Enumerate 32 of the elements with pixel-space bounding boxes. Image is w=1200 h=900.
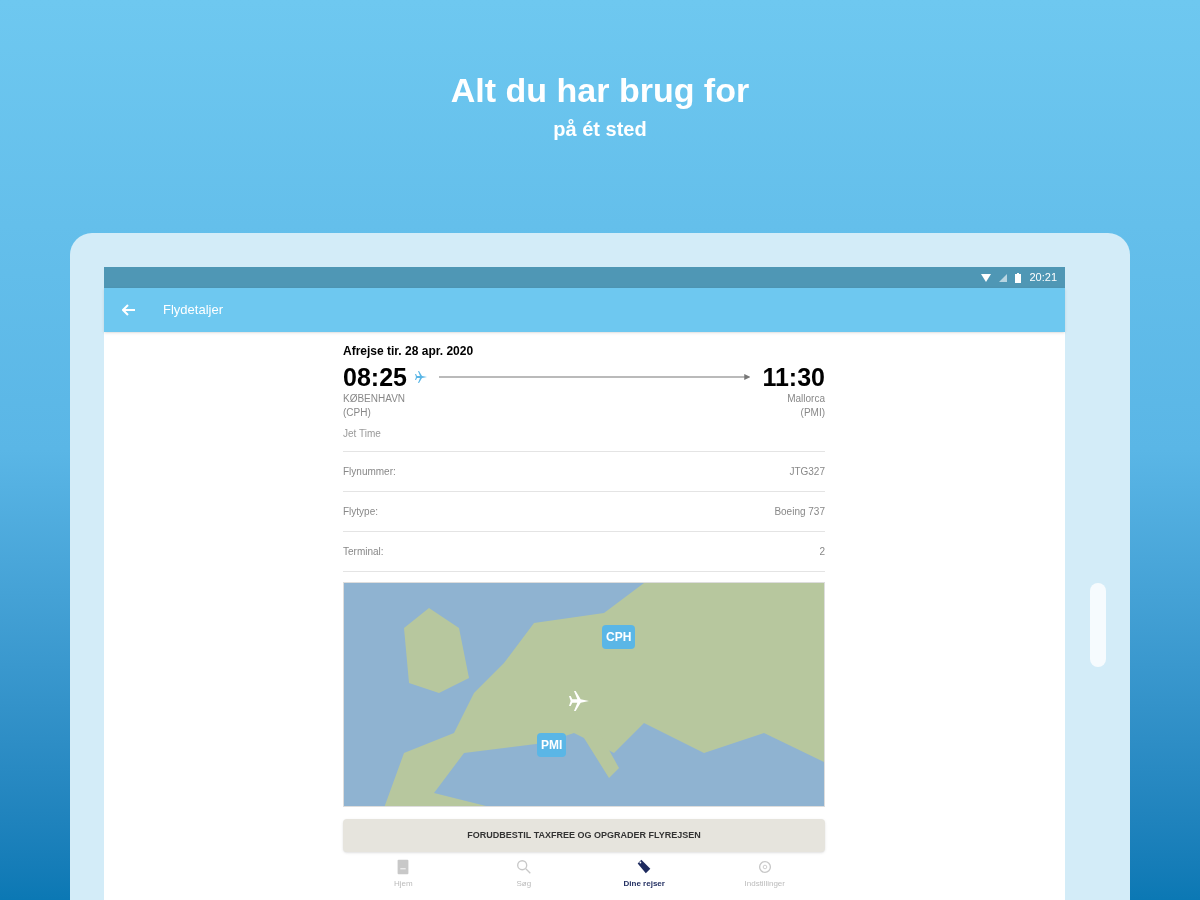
app-bar-title: Flydetaljer <box>163 301 223 320</box>
detail-label: Terminal: <box>343 545 384 559</box>
nav-tab[interactable]: Hjem <box>343 856 464 892</box>
detail-value: JTG327 <box>789 465 825 479</box>
airplane-icon <box>414 371 427 383</box>
origin-city: KØBENHAVN <box>343 392 406 406</box>
nav-tab[interactable]: Indstillinger <box>704 856 825 892</box>
airport-marker: CPH <box>602 625 636 649</box>
nav-tab[interactable]: Dine rejser <box>584 856 705 892</box>
destination-city: Mallorca <box>787 392 825 406</box>
wifi-icon <box>981 273 992 282</box>
origin-code: (CPH) <box>343 406 372 420</box>
battery-icon <box>1015 272 1022 283</box>
detail-value: Boeing 737 <box>774 505 825 519</box>
back-arrow-icon[interactable] <box>122 304 136 316</box>
status-time: 20:21 <box>1029 270 1057 286</box>
detail-label: Flytype: <box>343 505 378 519</box>
detail-value: 2 <box>819 545 825 559</box>
subheadline: på ét sted <box>553 117 647 142</box>
action-button[interactable]: FORUDBESTIL TAXFREE OG OPGRADER FLYREJSEN <box>343 819 825 852</box>
airport-marker: PMI <box>537 733 567 757</box>
airplane-icon <box>569 691 589 711</box>
headline: Alt du har brug for <box>450 70 750 110</box>
detail-label: Flynummer: <box>343 465 396 479</box>
nav-tab[interactable]: Søg <box>463 856 584 892</box>
airline-name: Jet Time <box>343 426 825 452</box>
departure-date: Afrejse tir. 28 apr. 2020 <box>343 343 475 360</box>
arrival-time: 11:30 <box>762 362 825 392</box>
signal-icon <box>999 273 1008 282</box>
destination-code: (PMI) <box>800 406 825 420</box>
search-icon <box>514 858 533 876</box>
departure-time: 08:25 <box>343 362 407 392</box>
